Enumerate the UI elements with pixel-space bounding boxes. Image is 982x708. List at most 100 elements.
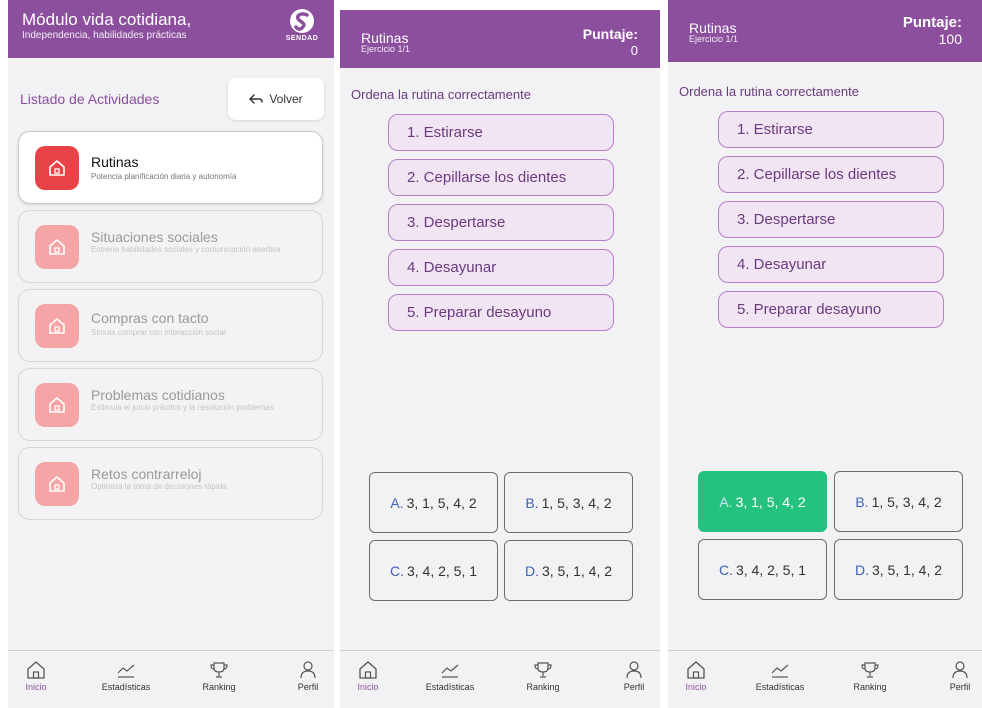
activity-name: Retos contrarreloj xyxy=(91,466,202,482)
logo-text: SENDAD xyxy=(285,35,319,42)
nav-inicio[interactable]: Inicio xyxy=(668,661,728,692)
home-icon xyxy=(27,661,45,679)
routine-step: 4. Desayunar xyxy=(718,246,944,283)
exercise-header: Rutinas Ejercicio 1/1 Puntaje: 100 xyxy=(668,0,982,62)
nav-label: Ranking xyxy=(202,682,236,692)
exercise-counter: Ejercicio 1/1 xyxy=(689,34,739,44)
activity-description: Simula comprar con interacción social xyxy=(91,328,226,337)
home-icon xyxy=(35,304,79,348)
nav-estadisticas[interactable]: Estadísticas xyxy=(94,661,158,692)
exercise-screen-unanswered: Rutinas Ejercicio 1/1 Puntaje: 0 Ordena … xyxy=(340,10,660,708)
nav-perfil[interactable]: Perfil xyxy=(276,661,334,692)
option-letter: D. xyxy=(854,561,869,578)
chart-icon xyxy=(117,664,135,678)
option-a-button[interactable]: A. 3, 1, 5, 4, 2 xyxy=(698,471,827,532)
activity-list-title: Listado de Actividades xyxy=(20,91,160,107)
activity-description: Potencia planificación diaria y autonomí… xyxy=(91,172,237,181)
option-letter: A. xyxy=(719,493,733,510)
exercise-header: Rutinas Ejercicio 1/1 Puntaje: 0 xyxy=(340,10,660,68)
trophy-icon xyxy=(210,662,228,678)
user-icon xyxy=(300,661,316,679)
option-value: 3, 5, 1, 4, 2 xyxy=(871,561,943,578)
routine-step: 4. Desayunar xyxy=(388,249,614,286)
activity-description: Entrena habilidades sociales y comunicac… xyxy=(91,245,281,254)
nav-label: Inicio xyxy=(685,682,707,692)
nav-estadisticas[interactable]: Estadísticas xyxy=(748,661,812,692)
nav-ranking[interactable]: Ranking xyxy=(838,661,902,692)
option-letter: C. xyxy=(389,562,404,579)
routine-step: 1. Estirarse xyxy=(718,111,944,148)
activity-card-retos-contrarreloj[interactable]: Retos contrarreloj Optimiza la toma de d… xyxy=(18,447,323,520)
nav-ranking[interactable]: Ranking xyxy=(187,661,251,692)
routine-step: 1. Estirarse xyxy=(388,114,614,151)
routine-step: 2. Cepillarse los dientes xyxy=(388,159,614,196)
nav-label: Perfil xyxy=(297,682,319,692)
back-arrow-icon xyxy=(249,94,264,104)
home-icon xyxy=(687,661,705,679)
option-value: 1, 5, 3, 4, 2 xyxy=(871,493,942,510)
nav-label: Estadísticas xyxy=(425,682,475,692)
routine-step: 3. Despertarse xyxy=(388,204,614,241)
routine-step: 3. Despertarse xyxy=(718,201,944,238)
activity-description: Estimula el juicio práctico y la resoluc… xyxy=(91,403,274,412)
home-icon xyxy=(359,661,377,679)
module-title: Módulo vida cotidiana, xyxy=(22,10,192,29)
bottom-nav: Inicio Estadísticas Ranking Perfil xyxy=(8,650,334,708)
nav-perfil[interactable]: Perfil xyxy=(602,661,660,692)
activity-description: Optimiza la toma de decisiones rápida xyxy=(91,482,227,491)
activity-list-screen: Módulo vida cotidiana, Independencia, ha… xyxy=(8,0,334,708)
activity-name: Compras con tacto xyxy=(91,310,209,326)
nav-inicio[interactable]: Inicio xyxy=(340,661,400,692)
nav-label: Ranking xyxy=(853,682,887,692)
option-c-button[interactable]: C. 3, 4, 2, 5, 1 xyxy=(698,539,827,600)
option-a-button[interactable]: A. 3, 1, 5, 4, 2 xyxy=(369,472,498,533)
exercise-instruction: Ordena la rutina correctamente xyxy=(351,87,531,102)
score-label: Puntaje: xyxy=(582,26,638,42)
nav-label: Estadísticas xyxy=(101,682,151,692)
user-icon xyxy=(952,661,968,679)
option-value: 3, 4, 2, 5, 1 xyxy=(406,562,478,579)
nav-label: Perfil xyxy=(623,682,645,692)
activity-card-situaciones-sociales[interactable]: Situaciones sociales Entrena habilidades… xyxy=(18,210,323,283)
option-value: 1, 5, 3, 4, 2 xyxy=(541,494,612,511)
option-value: 3, 5, 1, 4, 2 xyxy=(541,562,613,579)
nav-ranking[interactable]: Ranking xyxy=(511,661,575,692)
home-icon xyxy=(35,383,79,427)
home-icon xyxy=(35,146,79,190)
routine-step: 2. Cepillarse los dientes xyxy=(718,156,944,193)
chart-icon xyxy=(441,664,459,678)
chart-icon xyxy=(771,664,789,678)
activity-name: Problemas cotidianos xyxy=(91,387,225,403)
exercise-screen-answered: Rutinas Ejercicio 1/1 Puntaje: 100 Orden… xyxy=(668,0,982,708)
option-d-button[interactable]: D. 3, 5, 1, 4, 2 xyxy=(834,539,963,600)
option-b-button[interactable]: B. 1, 5, 3, 4, 2 xyxy=(834,471,963,532)
activity-card-problemas-cotidianos[interactable]: Problemas cotidianos Estimula el juicio … xyxy=(18,368,323,441)
nav-perfil[interactable]: Perfil xyxy=(928,661,982,692)
option-value: 3, 1, 5, 4, 2 xyxy=(735,493,806,510)
activity-name: Rutinas xyxy=(91,154,139,170)
option-value: 3, 4, 2, 5, 1 xyxy=(735,561,807,578)
nav-label: Inicio xyxy=(25,682,47,692)
nav-label: Inicio xyxy=(357,682,379,692)
nav-inicio[interactable]: Inicio xyxy=(8,661,68,692)
back-button[interactable]: Volver xyxy=(228,78,324,120)
activity-name: Situaciones sociales xyxy=(91,229,218,245)
exercise-counter: Ejercicio 1/1 xyxy=(361,44,411,54)
activity-card-compras-con-tacto[interactable]: Compras con tacto Simula comprar con int… xyxy=(18,289,323,362)
score-value: 0 xyxy=(630,43,638,58)
logo-s-icon xyxy=(290,9,314,33)
nav-label: Perfil xyxy=(949,682,971,692)
module-subtitle: Independencia, habilidades prácticas xyxy=(22,30,187,41)
option-c-button[interactable]: C. 3, 4, 2, 5, 1 xyxy=(369,540,498,601)
back-label: Volver xyxy=(269,92,303,106)
home-icon xyxy=(35,225,79,269)
option-letter: C. xyxy=(718,561,733,578)
option-value: 3, 1, 5, 4, 2 xyxy=(406,494,477,511)
nav-estadisticas[interactable]: Estadísticas xyxy=(418,661,482,692)
option-d-button[interactable]: D. 3, 5, 1, 4, 2 xyxy=(504,540,633,601)
score-value: 100 xyxy=(938,31,962,47)
option-b-button[interactable]: B. 1, 5, 3, 4, 2 xyxy=(504,472,633,533)
routine-step: 5. Preparar desayuno xyxy=(388,294,614,331)
activity-card-rutinas[interactable]: Rutinas Potencia planificación diaria y … xyxy=(18,131,323,204)
bottom-nav: Inicio Estadísticas Ranking Perfil xyxy=(668,650,982,708)
